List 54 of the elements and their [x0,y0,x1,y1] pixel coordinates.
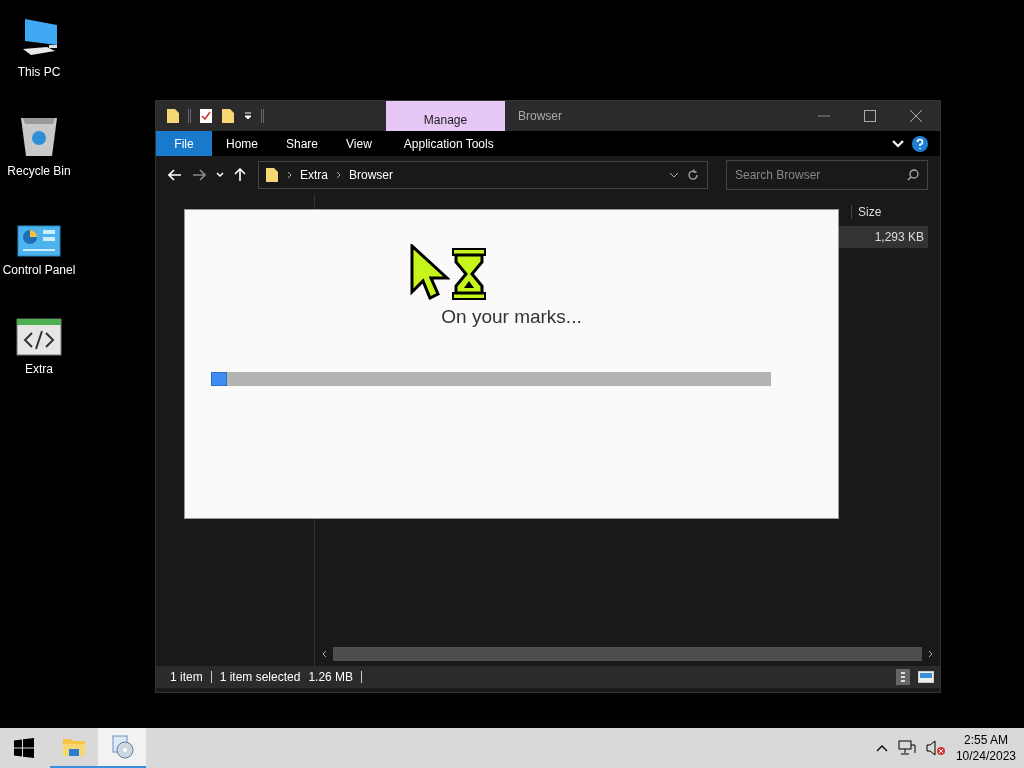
breadcrumb[interactable]: Extra [300,168,328,182]
up-arrow-icon[interactable] [234,168,246,182]
properties-icon[interactable] [199,108,213,124]
search-icon [907,169,919,181]
chevron-right-icon [336,171,341,179]
chevron-up-icon[interactable] [875,744,888,752]
desktop-icon-label[interactable]: Extra [25,362,53,376]
clock-date[interactable]: 10/24/2023 [955,748,1016,764]
back-arrow-icon[interactable] [168,169,182,181]
folder-icon[interactable] [221,108,235,124]
taskbar-button[interactable] [98,728,146,768]
details-view-icon[interactable] [896,669,910,685]
status-text: 1 item [170,670,203,684]
scroll-left-icon[interactable] [321,650,327,658]
chevron-right-icon [287,171,292,179]
address-bar[interactable]: Extra Browser [258,161,708,189]
status-text: 1 item selected [219,670,301,684]
windows-logo-icon[interactable] [14,738,34,758]
ribbon-tab[interactable]: Application Tools [391,131,506,156]
folder-icon[interactable] [166,108,180,124]
network-icon[interactable] [897,740,916,756]
code-window-icon[interactable] [16,318,62,356]
clock-time[interactable]: 2:55 AM [963,732,1008,748]
scrollbar-thumb[interactable] [333,647,922,661]
help-icon[interactable] [912,135,928,152]
scroll-right-icon[interactable] [928,650,934,658]
forward-arrow-icon[interactable] [192,169,206,181]
preview-view-icon[interactable] [918,671,934,683]
column-header[interactable]: Size [851,205,930,219]
desktop-icon-label[interactable]: This PC [17,65,61,79]
context-tab-header[interactable]: Manage [386,101,505,131]
ribbon-tab[interactable]: Home [212,131,272,156]
table-cell-text: 1,293 KB [874,230,925,244]
disc-installer-icon [110,735,134,759]
refresh-icon[interactable] [687,169,699,181]
folder-icon [265,167,279,183]
folder-icon [62,737,86,757]
maximize-icon[interactable] [864,110,876,122]
pointer-icon [409,244,450,300]
breadcrumb[interactable]: Browser [349,168,394,182]
muted-speaker-icon[interactable] [925,740,946,756]
hourglass-icon [451,248,486,300]
dropdown-icon[interactable] [243,111,253,121]
control-panel-icon[interactable] [17,225,61,257]
ribbon-tab[interactable]: View [332,131,386,156]
search-field[interactable]: Search Browser [726,160,928,190]
desktop-icon-label[interactable]: Control Panel [2,263,76,277]
chevron-down-icon[interactable] [669,172,679,178]
loading-message: On your marks... [441,306,582,328]
ribbon-tab[interactable]: Share [272,131,333,156]
close-icon[interactable] [910,110,922,122]
window-title: Browser [518,109,562,123]
status-text: 1.26 MB [308,670,354,684]
desktop-icon-label[interactable]: Recycle Bin [7,164,71,178]
